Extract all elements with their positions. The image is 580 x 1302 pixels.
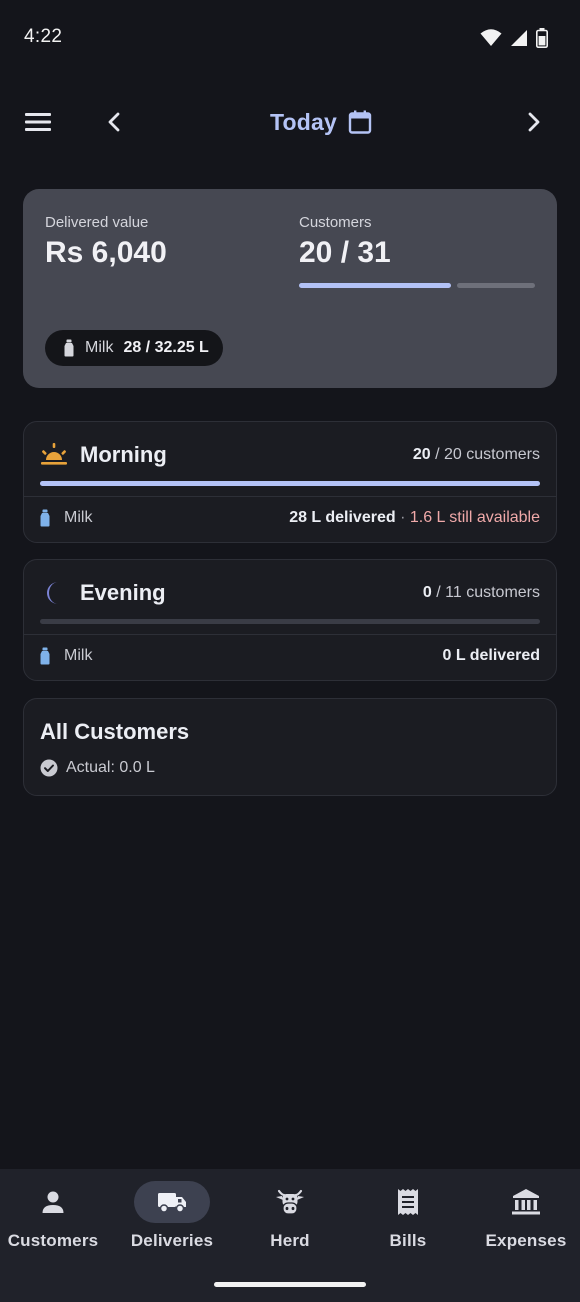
evening-product-name: Milk — [64, 647, 93, 664]
nav-icon-container — [134, 1181, 210, 1223]
date-picker-button[interactable]: Today — [270, 104, 373, 140]
calendar-icon — [348, 110, 372, 134]
cellular-signal-icon — [511, 30, 527, 46]
status-icons — [480, 28, 548, 48]
morning-divider — [24, 496, 556, 497]
evening-customer-count: 0 / 11 customers — [423, 584, 540, 602]
evening-title: Evening — [80, 580, 166, 605]
chip-label: Milk — [85, 339, 114, 356]
evening-shift-card[interactable]: Evening 0 / 11 customers Milk 0 L delive… — [23, 559, 557, 681]
morning-done-count: 20 — [412, 446, 431, 463]
cow-icon — [276, 1189, 304, 1215]
milk-bottle-icon — [64, 339, 74, 357]
chevron-left-icon — [108, 112, 120, 132]
evening-delivery-summary: 0 L delivered — [442, 647, 540, 665]
morning-shift-card[interactable]: Morning 20 / 20 customers Milk 28 L deli… — [23, 421, 557, 543]
date-label: Today — [270, 108, 338, 135]
morning-product-name: Milk — [64, 509, 93, 526]
evening-done-count: 0 — [422, 584, 432, 601]
morning-total-text: / 20 customers — [430, 446, 540, 463]
menu-icon — [25, 113, 51, 131]
status-bar: 4:22 — [0, 0, 580, 76]
nav-deliveries-label: Deliveries — [130, 1231, 214, 1250]
morning-progress-fill — [40, 481, 540, 486]
check-circle-icon — [40, 759, 58, 777]
nav-customers[interactable]: Customers — [0, 1181, 111, 1263]
receipt-icon — [398, 1189, 418, 1215]
evening-divider — [24, 634, 556, 635]
menu-button[interactable] — [24, 107, 56, 137]
evening-milk-row: Milk 0 L delivered — [40, 644, 540, 668]
customers-value: 20 / 31 — [299, 236, 391, 269]
bank-icon — [512, 1189, 540, 1215]
nav-herd-label: Herd — [270, 1231, 310, 1250]
nav-icon-container — [15, 1181, 91, 1223]
all-customers-card[interactable]: All Customers Actual: 0.0 L — [23, 698, 557, 796]
nav-expenses[interactable]: Expenses — [468, 1181, 580, 1263]
morning-available: 1.6 L still available — [409, 509, 540, 526]
evening-progress-bar — [40, 619, 540, 624]
nav-herd[interactable]: Herd — [232, 1181, 348, 1263]
evening-delivered: 0 L delivered — [442, 647, 540, 664]
morning-progress-bar — [40, 481, 540, 486]
actual-quantity: Actual: 0.0 L — [66, 759, 155, 776]
morning-separator: · — [395, 509, 410, 526]
nav-icon-container — [252, 1181, 328, 1223]
customers-progress-fill — [299, 283, 451, 288]
customers-progress-bar — [299, 283, 535, 288]
milk-bottle-icon — [40, 647, 50, 665]
nav-bills[interactable]: Bills — [350, 1181, 466, 1263]
sunrise-icon — [41, 443, 67, 465]
moon-icon — [47, 582, 58, 604]
milk-summary-chip: Milk 28 / 32.25 L — [45, 330, 223, 366]
nav-customers-label: Customers — [7, 1231, 99, 1250]
nav-deliveries[interactable]: Deliveries — [114, 1181, 230, 1263]
summary-card: Delivered value Rs 6,040 Customers 20 / … — [23, 189, 557, 388]
nav-icon-container — [488, 1181, 564, 1223]
customers-progress-remaining — [457, 283, 535, 288]
delivered-value: Rs 6,040 — [45, 236, 167, 269]
actual-quantity-row: Actual: 0.0 L — [40, 759, 155, 777]
next-day-button[interactable] — [520, 107, 548, 137]
top-app-bar: Today — [0, 92, 580, 152]
previous-day-button[interactable] — [100, 107, 128, 137]
nav-bills-label: Bills — [389, 1231, 427, 1250]
delivered-value-label: Delivered value — [45, 214, 149, 231]
all-customers-title: All Customers — [40, 719, 190, 744]
morning-delivered: 28 L delivered — [289, 509, 396, 526]
morning-milk-row: Milk 28 L delivered · 1.6 L still availa… — [40, 506, 540, 530]
truck-icon — [158, 1193, 186, 1213]
status-time: 4:22 — [24, 26, 63, 47]
morning-title: Morning — [80, 442, 167, 467]
nav-expenses-label: Expenses — [485, 1231, 567, 1250]
chip-value: 28 / 32.25 L — [123, 339, 209, 356]
person-icon — [42, 1191, 64, 1213]
morning-delivery-summary: 28 L delivered · 1.6 L still available — [289, 509, 540, 527]
chevron-right-icon — [528, 112, 540, 132]
customers-label: Customers — [299, 214, 372, 231]
wifi-icon — [480, 29, 502, 46]
evening-total-text: / 11 customers — [431, 584, 540, 601]
battery-icon — [536, 28, 548, 48]
home-indicator[interactable] — [214, 1282, 366, 1287]
milk-bottle-icon — [40, 509, 50, 527]
morning-customer-count: 20 / 20 customers — [413, 446, 540, 464]
nav-icon-container — [370, 1181, 446, 1223]
